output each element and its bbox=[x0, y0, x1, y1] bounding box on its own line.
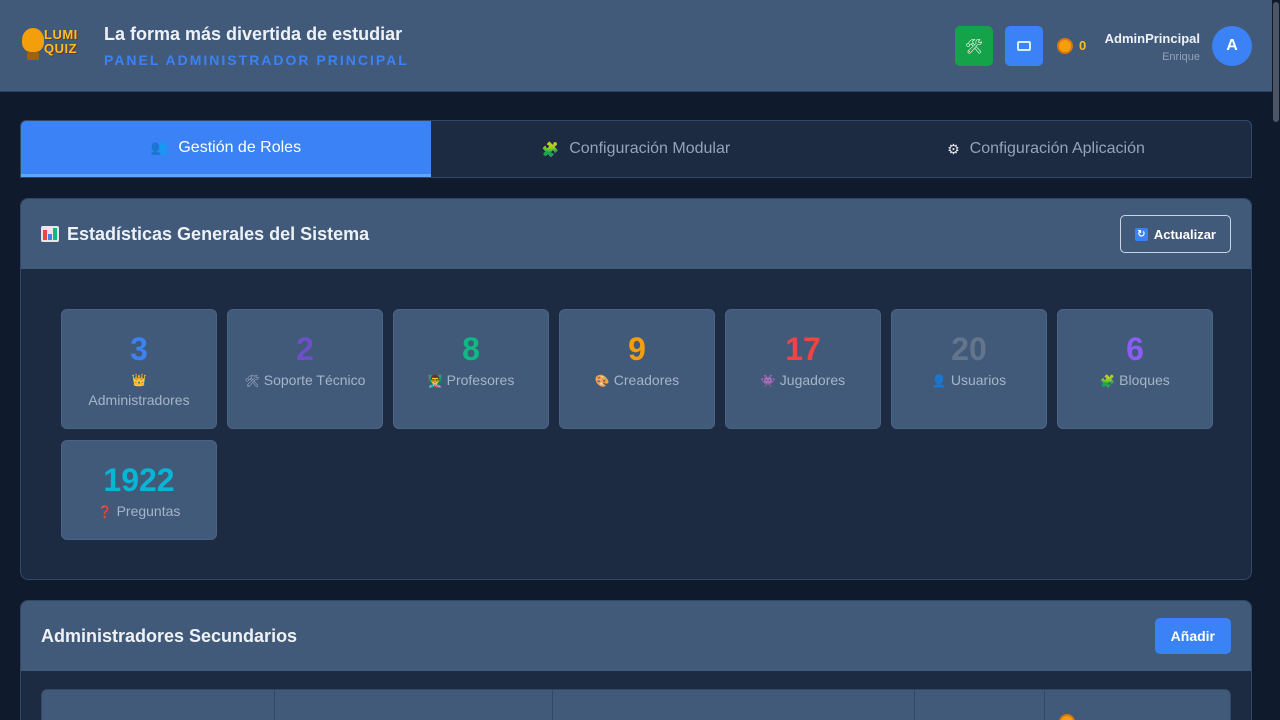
blocks-icon: 🧩 bbox=[541, 140, 560, 157]
admins-title: Administradores Secundarios bbox=[41, 625, 298, 646]
column-divider bbox=[1044, 690, 1045, 720]
tab-configuracion-modular[interactable]: 🧩 Configuración Modular bbox=[431, 121, 841, 177]
lightbulb-icon bbox=[22, 28, 44, 52]
question-icon: ❓ bbox=[97, 505, 113, 519]
logo-text-line-1: LUMI bbox=[44, 27, 78, 42]
stat-label: 👑 Administradores bbox=[62, 370, 216, 410]
tab-label: Configuración Aplicación bbox=[969, 140, 1145, 157]
blocks-icon: 🧩 bbox=[1100, 374, 1116, 388]
top-header: LUMI QUIZ La forma más divertida de estu… bbox=[0, 0, 1280, 92]
logo-text: LUMI QUIZ bbox=[44, 28, 78, 56]
tools-icon: 🛠 bbox=[244, 374, 260, 388]
user-subtitle: Enrique bbox=[1162, 51, 1200, 63]
stat-label: 🧩 Bloques bbox=[1058, 370, 1212, 391]
coin-icon bbox=[1057, 38, 1073, 54]
users-icon: 👥 bbox=[150, 139, 169, 155]
stat-label-text: Jugadores bbox=[779, 372, 846, 388]
stat-label: 🛠 Soporte Técnico bbox=[228, 370, 382, 391]
tools-icon: 🛠 bbox=[965, 37, 983, 54]
chart-icon bbox=[41, 226, 59, 242]
stat-value: 2 bbox=[296, 331, 314, 367]
stats-card: Estadísticas Generales del Sistema ↻ Act… bbox=[20, 198, 1252, 580]
slogan: La forma más divertida de estudiar bbox=[104, 24, 403, 44]
refresh-icon: ↻ bbox=[1134, 227, 1148, 241]
stat-label-text: Bloques bbox=[1119, 372, 1170, 388]
stat-card-bloques: 6 🧩 Bloques bbox=[1057, 309, 1213, 429]
tab-label: Gestión de Roles bbox=[178, 138, 302, 156]
stat-label-text: Profesores bbox=[446, 372, 515, 388]
add-admin-button[interactable]: Añadir bbox=[1154, 618, 1231, 654]
stat-value: 17 bbox=[785, 331, 821, 367]
stat-label-text: Preguntas bbox=[116, 503, 181, 519]
stat-label: 👨‍🏫 Profesores bbox=[394, 370, 548, 391]
camera-button[interactable] bbox=[1005, 26, 1043, 66]
stat-card-jugadores: 17 👾 Jugadores bbox=[725, 309, 881, 429]
palette-icon: 🎨 bbox=[594, 374, 610, 388]
stats-card-header: Estadísticas Generales del Sistema ↻ Act… bbox=[21, 199, 1251, 269]
stat-label: 👾 Jugadores bbox=[726, 370, 880, 391]
page-scrollbar[interactable] bbox=[1272, 0, 1280, 720]
column-divider bbox=[274, 690, 275, 720]
stat-card-preguntas: 1922 ❓ Preguntas bbox=[61, 440, 217, 540]
secondary-admins-card: Administradores Secundarios Añadir bbox=[20, 600, 1252, 720]
stat-card-usuarios: 20 👤 Usuarios bbox=[891, 309, 1047, 429]
logo-text-line-2: QUIZ bbox=[44, 41, 78, 56]
scrollbar-thumb[interactable] bbox=[1273, 2, 1279, 122]
stat-card-administradores: 3 👑 Administradores bbox=[61, 309, 217, 429]
stat-value: 20 bbox=[951, 331, 987, 367]
admins-table-header bbox=[41, 689, 1231, 720]
teacher-icon: 👨‍🏫 bbox=[427, 374, 443, 388]
tools-button[interactable]: 🛠 bbox=[955, 26, 993, 66]
stat-card-profesores: 8 👨‍🏫 Profesores bbox=[393, 309, 549, 429]
tab-label: Configuración Modular bbox=[569, 140, 731, 157]
lumiquiz-logo[interactable]: LUMI QUIZ bbox=[22, 24, 86, 68]
crown-icon: 👑 bbox=[131, 373, 147, 387]
gamer-icon: 👾 bbox=[760, 374, 776, 388]
tab-configuracion-aplicacion[interactable]: ⚙ Configuración Aplicación bbox=[841, 121, 1251, 177]
user-name: AdminPrincipal bbox=[1104, 31, 1200, 46]
avatar[interactable]: A bbox=[1212, 26, 1252, 66]
stat-value: 8 bbox=[462, 331, 480, 367]
stat-label-text: Usuarios bbox=[950, 372, 1007, 388]
column-divider bbox=[552, 690, 553, 720]
tab-gestion-roles[interactable]: 👥 Gestión de Roles bbox=[21, 121, 431, 177]
refresh-label: Actualizar bbox=[1153, 226, 1216, 242]
stat-label: 🎨 Creadores bbox=[560, 370, 714, 391]
stats-title: Estadísticas Generales del Sistema bbox=[41, 224, 369, 245]
coin-icon bbox=[1059, 714, 1075, 720]
stat-card-soporte: 2 🛠 Soporte Técnico bbox=[227, 309, 383, 429]
stat-value: 6 bbox=[1126, 331, 1144, 367]
user-icon: 👤 bbox=[931, 374, 947, 388]
stats-title-text: Estadísticas Generales del Sistema bbox=[67, 223, 370, 244]
main-tabs: 👥 Gestión de Roles 🧩 Configuración Modul… bbox=[20, 120, 1252, 178]
stat-label: ❓ Preguntas bbox=[62, 501, 216, 522]
stat-card-creadores: 9 🎨 Creadores bbox=[559, 309, 715, 429]
stat-value: 1922 bbox=[103, 462, 175, 498]
stat-value: 9 bbox=[628, 331, 646, 367]
admins-card-header: Administradores Secundarios Añadir bbox=[21, 601, 1251, 671]
stat-label-text: Administradores bbox=[88, 392, 190, 408]
coin-count: 0 bbox=[1079, 38, 1087, 53]
panel-label: PANEL ADMINISTRADOR PRINCIPAL bbox=[104, 52, 409, 68]
lightbulb-base bbox=[27, 52, 39, 60]
stat-label-text: Creadores bbox=[613, 372, 680, 388]
stat-label-text: Soporte Técnico bbox=[263, 372, 366, 388]
column-divider bbox=[914, 690, 915, 720]
stat-value: 3 bbox=[130, 331, 148, 367]
gear-icon: ⚙ bbox=[947, 140, 960, 157]
stat-label: 👤 Usuarios bbox=[892, 370, 1046, 391]
camera-icon bbox=[1017, 41, 1031, 51]
refresh-button[interactable]: ↻ Actualizar bbox=[1119, 215, 1231, 253]
